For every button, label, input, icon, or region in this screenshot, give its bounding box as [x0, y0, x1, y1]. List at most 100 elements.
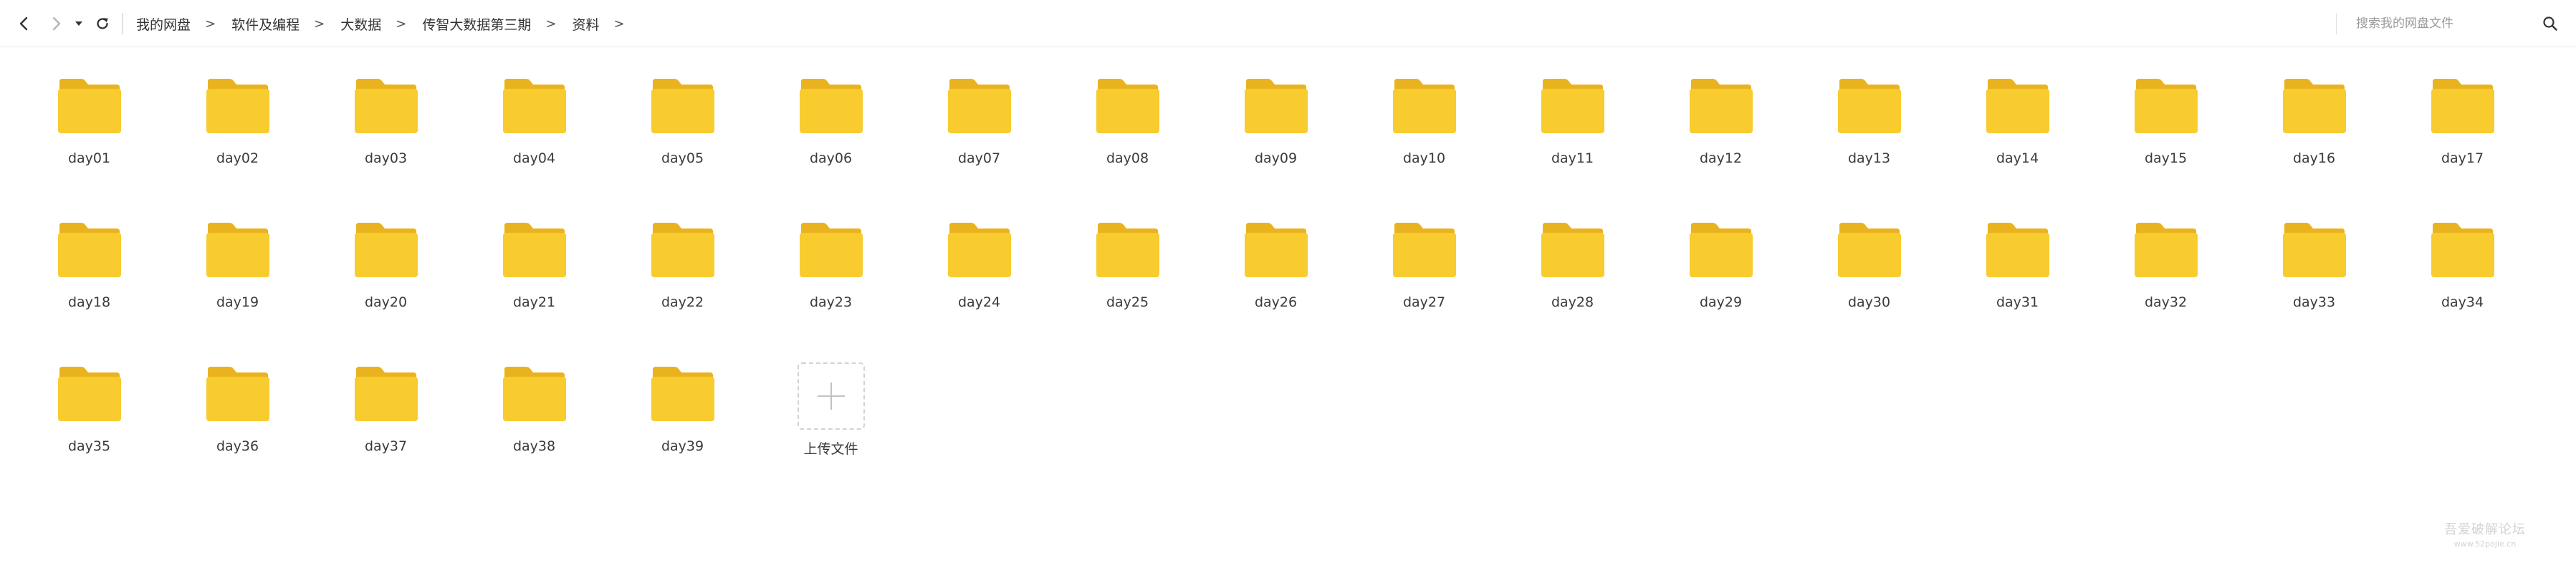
folder-item[interactable]: day28 — [1498, 213, 1647, 357]
folder-icon — [354, 79, 418, 133]
folder-icon — [799, 79, 863, 133]
folder-name: day39 — [661, 438, 704, 454]
folder-name: day09 — [1254, 150, 1298, 166]
folder-item[interactable]: day14 — [1943, 69, 2092, 213]
folder-name: day23 — [809, 294, 853, 310]
folder-item[interactable]: day18 — [15, 213, 163, 357]
folder-name: day30 — [1847, 294, 1891, 310]
folder-item[interactable]: day30 — [1795, 213, 1943, 357]
folder-item[interactable]: day33 — [2240, 213, 2388, 357]
folder-item[interactable]: day23 — [757, 213, 905, 357]
folder-icon — [1392, 223, 1456, 277]
folder-item[interactable]: day08 — [1053, 69, 1202, 213]
folder-item[interactable]: day39 — [608, 357, 757, 501]
folder-name: day12 — [1699, 150, 1743, 166]
folder-item[interactable]: day29 — [1647, 213, 1795, 357]
folder-name: day05 — [661, 150, 704, 166]
plus-icon — [817, 382, 845, 410]
folder-item[interactable]: day12 — [1647, 69, 1795, 213]
folder-icon — [2282, 79, 2346, 133]
folder-icon — [2431, 79, 2494, 133]
folder-item[interactable]: day19 — [163, 213, 312, 357]
folder-item[interactable]: day13 — [1795, 69, 1943, 213]
folder-item[interactable]: day31 — [1943, 213, 2092, 357]
folder-item[interactable]: day27 — [1350, 213, 1498, 357]
folder-item[interactable]: day10 — [1350, 69, 1498, 213]
breadcrumb-item-software-programming[interactable]: 软件及编程 — [231, 14, 300, 34]
folder-name: day28 — [1551, 294, 1594, 310]
history-dropdown-button[interactable] — [72, 14, 86, 33]
folder-name: day33 — [2292, 294, 2336, 310]
folder-name: day03 — [364, 150, 408, 166]
folder-name: day34 — [2441, 294, 2484, 310]
folder-icon — [651, 367, 714, 421]
folder-icon — [1837, 223, 1901, 277]
folder-item[interactable]: day32 — [2092, 213, 2240, 357]
folder-icon — [651, 79, 714, 133]
breadcrumb-item-materials[interactable]: 资料 — [572, 14, 599, 34]
folder-item[interactable]: day20 — [312, 213, 460, 357]
search-icon[interactable] — [2542, 16, 2558, 32]
breadcrumb-item-my-drive[interactable]: 我的网盘 — [136, 14, 191, 34]
folder-icon — [1541, 223, 1604, 277]
folder-item[interactable]: day11 — [1498, 69, 1647, 213]
watermark-title: 吾爱破解论坛 — [2444, 522, 2526, 537]
folder-name: day08 — [1106, 150, 1149, 166]
folder-item[interactable]: day07 — [905, 69, 1053, 213]
watermark: 吾爱破解论坛 www.52pojie.cn — [2424, 519, 2546, 549]
folder-item[interactable]: day35 — [15, 357, 163, 501]
upload-file-button[interactable]: 上传文件 — [757, 357, 905, 501]
folder-name: day19 — [216, 294, 259, 310]
folder-name: day10 — [1402, 150, 1446, 166]
folder-icon — [2134, 223, 2198, 277]
folder-name: day13 — [1847, 150, 1891, 166]
toolbar: 我的网盘 > 软件及编程 > 大数据 > 传智大数据第三期 > 资料 > — [0, 0, 2576, 47]
refresh-button[interactable] — [93, 14, 112, 33]
folder-item[interactable]: day26 — [1202, 213, 1350, 357]
folder-item[interactable]: day09 — [1202, 69, 1350, 213]
folder-item[interactable]: day01 — [15, 69, 163, 213]
search-input[interactable] — [2336, 13, 2529, 34]
folder-name: day01 — [67, 150, 111, 166]
folder-item[interactable]: day34 — [2388, 213, 2537, 357]
folder-name: day18 — [67, 294, 111, 310]
folder-name: day16 — [2292, 150, 2336, 166]
breadcrumb-item-big-data[interactable]: 大数据 — [340, 14, 381, 34]
folder-item[interactable]: day04 — [460, 69, 608, 213]
folder-item[interactable]: day22 — [608, 213, 757, 357]
breadcrumb-item-course[interactable]: 传智大数据第三期 — [422, 14, 531, 34]
breadcrumb-trailing-chevron[interactable]: > — [613, 16, 624, 32]
chevron-right-icon — [52, 16, 61, 31]
folder-icon — [1244, 223, 1308, 277]
folder-icon — [651, 223, 714, 277]
folder-icon — [1986, 79, 2049, 133]
folder-item[interactable]: day17 — [2388, 69, 2537, 213]
folder-icon — [502, 79, 566, 133]
folder-item[interactable]: day37 — [312, 357, 460, 501]
folder-icon — [57, 79, 121, 133]
folder-name: day37 — [364, 438, 408, 454]
folder-item[interactable]: day25 — [1053, 213, 1202, 357]
folder-item[interactable]: day38 — [460, 357, 608, 501]
folder-item[interactable]: day03 — [312, 69, 460, 213]
folder-name: day31 — [1996, 294, 2039, 310]
folder-item[interactable]: day21 — [460, 213, 608, 357]
folder-item[interactable]: day06 — [757, 69, 905, 213]
folder-item[interactable]: day02 — [163, 69, 312, 213]
back-button[interactable] — [14, 14, 33, 33]
folder-name: day20 — [364, 294, 408, 310]
upload-dropzone[interactable] — [797, 362, 865, 430]
breadcrumb-separator: > — [545, 16, 557, 32]
file-browser-window: 我的网盘 > 软件及编程 > 大数据 > 传智大数据第三期 > 资料 > day… — [0, 0, 2576, 563]
folder-item[interactable]: day15 — [2092, 69, 2240, 213]
caret-down-icon — [75, 21, 82, 26]
folder-item[interactable]: day24 — [905, 213, 1053, 357]
folder-name: day06 — [809, 150, 853, 166]
folder-name: day21 — [512, 294, 556, 310]
folder-item[interactable]: day36 — [163, 357, 312, 501]
folder-name: day36 — [216, 438, 259, 454]
folder-item[interactable]: day16 — [2240, 69, 2388, 213]
watermark-url: www.52pojie.cn — [2453, 539, 2517, 549]
forward-button[interactable] — [47, 14, 66, 33]
folder-item[interactable]: day05 — [608, 69, 757, 213]
